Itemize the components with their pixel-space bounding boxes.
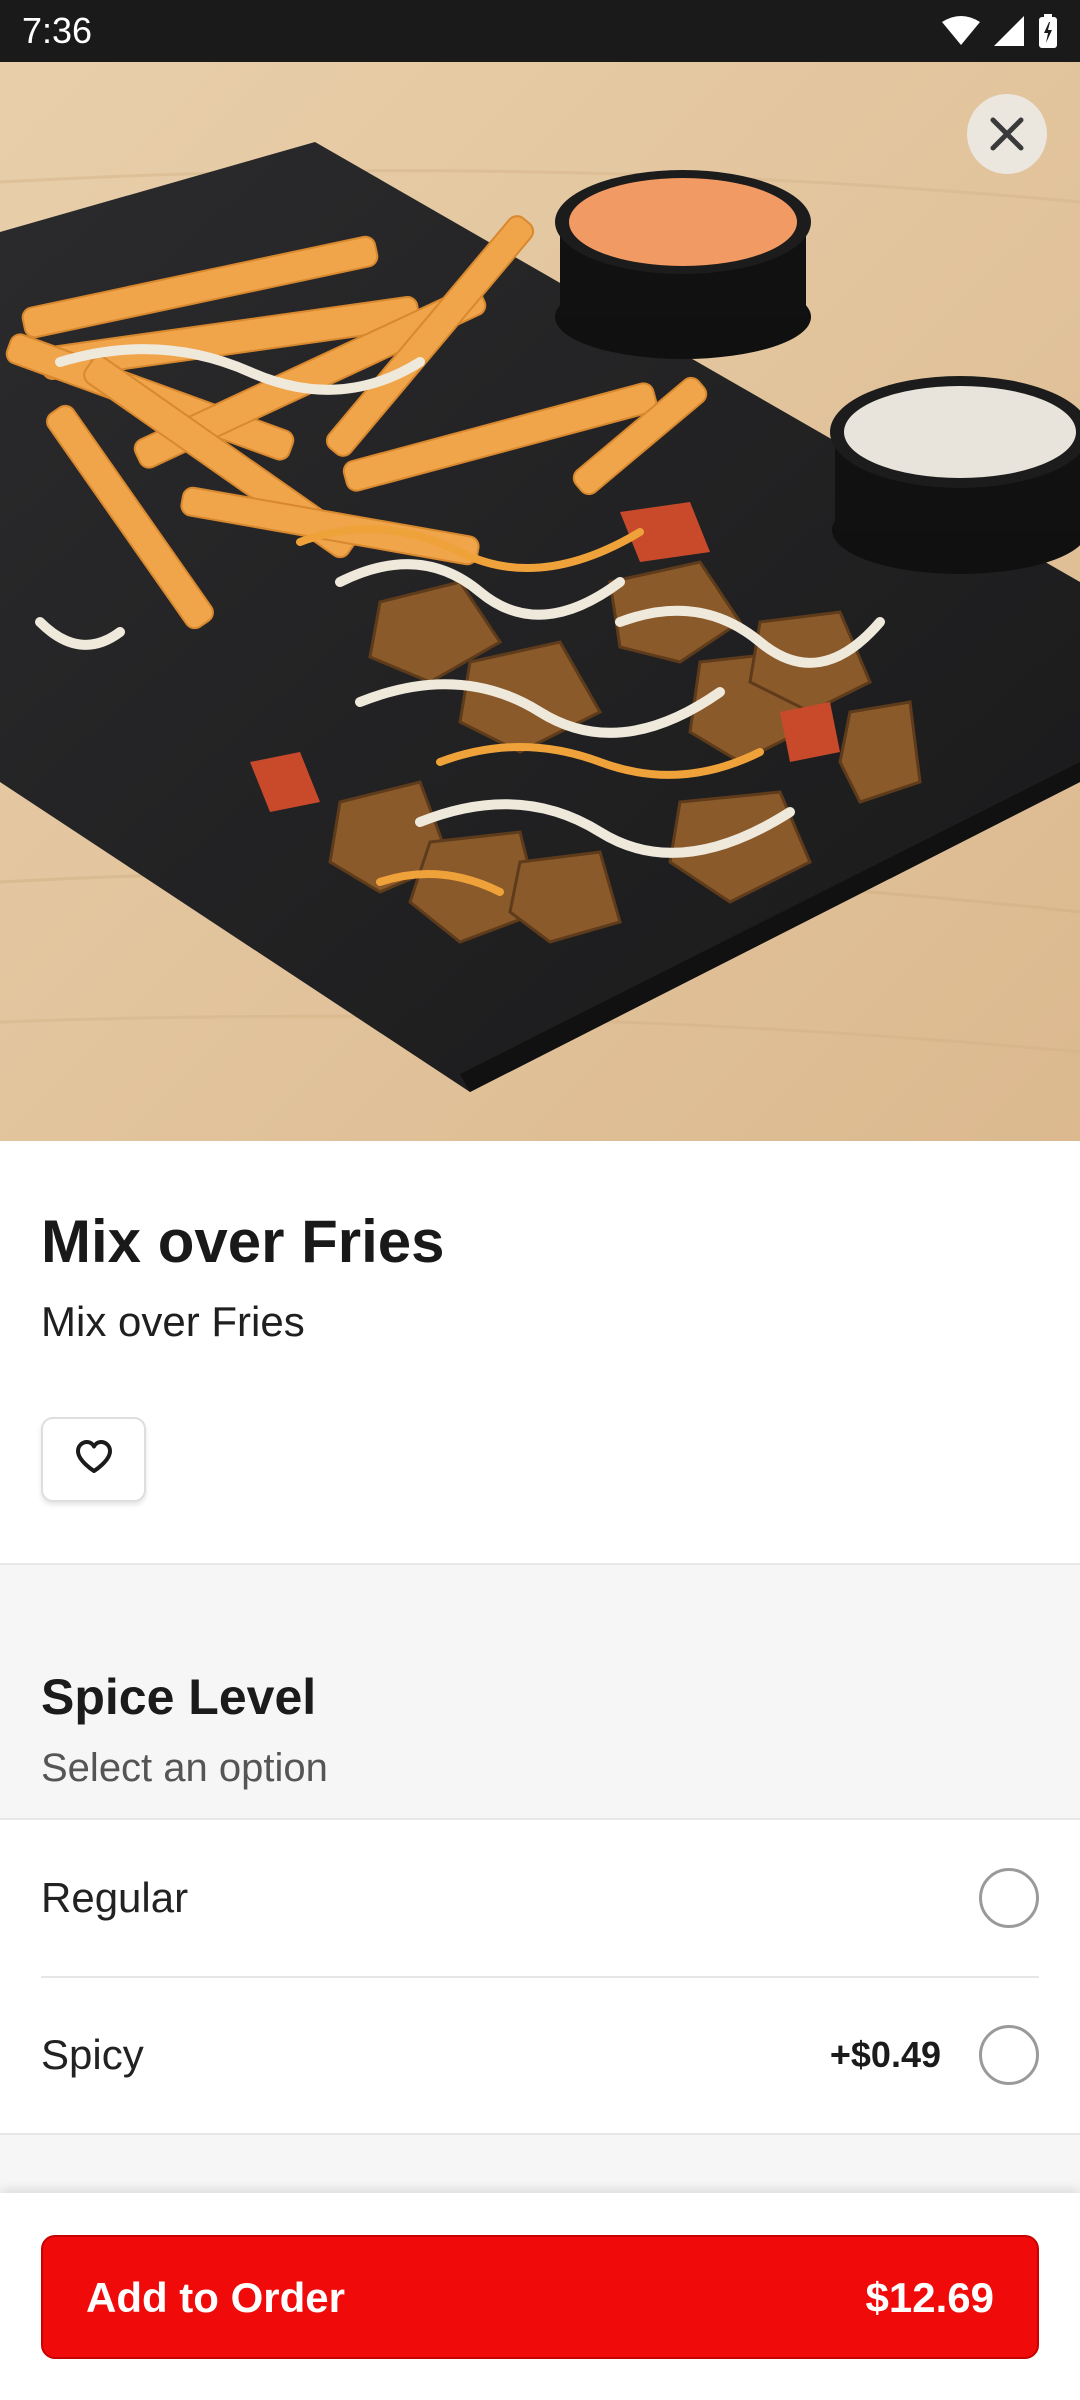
option-group-subtitle: Select an option [41,1746,328,1790]
close-button[interactable] [967,94,1047,174]
option-radio-spicy[interactable] [979,2025,1039,2085]
heart-icon [75,1440,113,1479]
status-icons [942,10,1058,52]
add-to-order-button[interactable]: Add to Order $12.69 [41,2235,1039,2359]
status-time: 7:36 [22,10,93,51]
wifi-icon [942,16,980,46]
item-title: Mix over Fries [41,1208,445,1275]
order-total-price: $12.69 [865,2274,994,2321]
battery-icon [1038,14,1058,48]
status-bar: 7:36 [0,0,1080,62]
bottom-bar: Add to Order $12.69 [0,2193,1080,2400]
item-photo [0,62,1080,1141]
section-divider [0,2133,1080,2193]
option-group-title: Spice Level [41,1669,317,1725]
item-description: Mix over Fries [41,1298,305,1345]
option-radio-regular[interactable] [979,1868,1039,1928]
option-row-regular[interactable]: Regular [41,1820,1039,1978]
option-group-header: Spice Level Select an option [0,1563,1080,1820]
favorite-button[interactable] [41,1417,146,1502]
add-to-order-label: Add to Order [86,2274,345,2321]
signal-icon [994,16,1024,46]
option-price: +$0.49 [829,2034,941,2075]
option-label: Regular [41,1874,189,1921]
option-row-spicy[interactable]: Spicy +$0.49 [41,1977,1039,2133]
option-label: Spicy [41,2031,144,2078]
close-icon [989,116,1025,152]
